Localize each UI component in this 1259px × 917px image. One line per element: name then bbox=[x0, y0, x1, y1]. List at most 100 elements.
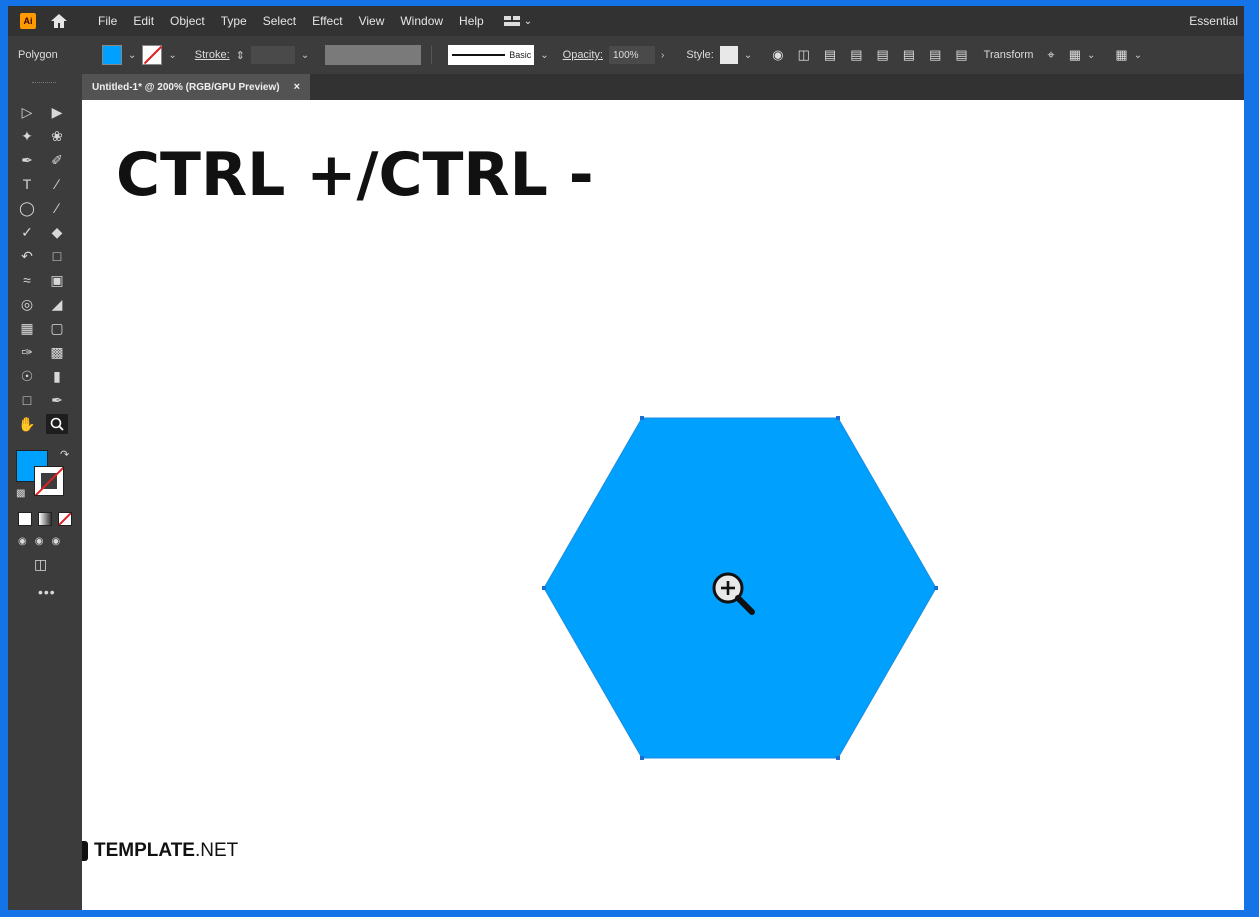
chevron-down-icon[interactable]: ⌄ bbox=[301, 50, 309, 61]
chevron-down-icon[interactable]: ⌄ bbox=[168, 50, 176, 61]
align-center-icon[interactable]: ▤ bbox=[850, 47, 862, 63]
arrange-icon[interactable]: ▦ bbox=[1069, 47, 1081, 63]
draw-behind-icon[interactable]: ◉ bbox=[35, 536, 44, 547]
arrange-documents-button[interactable]: ⌄ bbox=[503, 16, 532, 27]
align-bottom-icon[interactable]: ▤ bbox=[955, 47, 967, 63]
column-graph-tool-icon[interactable]: ▮ bbox=[46, 366, 68, 386]
draw-inside-icon[interactable]: ◉ bbox=[51, 536, 60, 547]
curvature-tool-icon[interactable]: ✐ bbox=[46, 150, 68, 170]
align-right-icon[interactable]: ▤ bbox=[876, 47, 888, 63]
magic-wand-tool-icon[interactable]: ✦ bbox=[16, 126, 38, 146]
fill-color-swatch[interactable] bbox=[102, 45, 122, 65]
screen-mode-icon[interactable]: ◫ bbox=[34, 556, 47, 573]
menu-items: File Edit Object Type Select Effect View… bbox=[90, 14, 492, 28]
gradient-tool-icon[interactable]: ▢ bbox=[46, 318, 68, 338]
rotate-tool-icon[interactable]: ↶ bbox=[16, 246, 38, 266]
quick-actions-icon[interactable]: ▦ bbox=[1115, 47, 1127, 63]
selection-tool-icon[interactable]: ▶ bbox=[46, 102, 68, 122]
perspective-grid-tool-icon[interactable]: ◢ bbox=[46, 294, 68, 314]
variable-width-profile[interactable] bbox=[325, 45, 422, 65]
chevron-down-icon[interactable]: ⌄ bbox=[128, 50, 136, 61]
gradient-mode-icon[interactable] bbox=[38, 512, 52, 526]
template-net-watermark: T TEMPLATE.NET bbox=[82, 840, 238, 862]
chevron-down-icon[interactable]: ⌄ bbox=[540, 50, 548, 61]
home-icon[interactable] bbox=[50, 13, 68, 29]
menu-file[interactable]: File bbox=[90, 14, 125, 28]
slice-tool-icon[interactable]: ✒ bbox=[46, 390, 68, 410]
width-tool-icon[interactable]: ≈ bbox=[16, 270, 38, 290]
stroke-color-box[interactable] bbox=[34, 466, 64, 496]
menu-type[interactable]: Type bbox=[213, 14, 255, 28]
lasso-tool-icon[interactable]: ❀ bbox=[46, 126, 68, 146]
swap-fill-stroke-icon[interactable]: ↷ bbox=[60, 448, 69, 461]
ellipse-tool-icon[interactable]: ◯ bbox=[16, 198, 38, 218]
free-transform-tool-icon[interactable]: ▣ bbox=[46, 270, 68, 290]
direct-selection-tool-icon[interactable]: ▷ bbox=[16, 102, 38, 122]
paintbrush-tool-icon[interactable]: ∕ bbox=[46, 198, 68, 218]
chevron-down-icon[interactable]: ⌄ bbox=[744, 50, 752, 61]
control-bar: Polygon ⌄ ⌄ Stroke: ⇕ ⌄ Basic ⌄ Opacity:… bbox=[8, 36, 1244, 74]
shaper-tool-icon[interactable]: ✓ bbox=[16, 222, 38, 242]
menu-edit[interactable]: Edit bbox=[125, 14, 162, 28]
zoom-tool-icon[interactable] bbox=[46, 414, 68, 434]
recolor-artwork-icon[interactable]: ◉ bbox=[772, 47, 783, 63]
anchor-point[interactable] bbox=[934, 586, 938, 590]
hand-tool-icon[interactable]: ✋ bbox=[16, 414, 38, 434]
more-tools-icon[interactable]: ••• bbox=[38, 584, 56, 600]
symbol-sprayer-tool-icon[interactable]: ☉ bbox=[16, 366, 38, 386]
none-mode-icon[interactable] bbox=[58, 512, 72, 526]
anchor-point[interactable] bbox=[640, 416, 644, 420]
line-segment-tool-icon[interactable]: ∕ bbox=[46, 174, 68, 194]
anchor-point[interactable] bbox=[836, 756, 840, 760]
stepper-icon[interactable]: ⇕ bbox=[236, 49, 245, 62]
opacity-field[interactable]: 100% bbox=[609, 46, 655, 64]
shape-builder-tool-icon[interactable]: ◎ bbox=[16, 294, 38, 314]
menu-help[interactable]: Help bbox=[451, 14, 492, 28]
draw-normal-icon[interactable]: ◉ bbox=[18, 536, 27, 547]
menu-view[interactable]: View bbox=[351, 14, 393, 28]
align-to-icon[interactable]: ◫ bbox=[798, 47, 810, 63]
shortcut-caption: CTRL +/CTRL - bbox=[116, 140, 594, 210]
divider bbox=[431, 46, 433, 64]
align-top-icon[interactable]: ▤ bbox=[903, 47, 915, 63]
stroke-weight-field[interactable] bbox=[250, 46, 295, 64]
eyedropper-tool-icon[interactable]: ✑ bbox=[16, 342, 38, 362]
zoom-in-icon bbox=[712, 572, 755, 615]
close-icon[interactable]: × bbox=[294, 81, 300, 93]
type-tool-icon[interactable]: T bbox=[16, 174, 38, 194]
artboard-canvas[interactable]: CTRL +/CTRL - T TEMPLATE.NET bbox=[82, 100, 1244, 910]
chevron-down-icon[interactable]: ⌄ bbox=[1087, 50, 1095, 61]
artboard-tool-icon[interactable]: □ bbox=[16, 390, 38, 410]
chevron-right-icon[interactable]: › bbox=[661, 50, 664, 61]
stroke-label[interactable]: Stroke: bbox=[195, 49, 230, 61]
app-logo: Ai bbox=[20, 13, 36, 29]
transform-button[interactable]: Transform bbox=[984, 49, 1034, 61]
isolate-object-icon[interactable]: ⌖ bbox=[1047, 47, 1054, 63]
panel-grip[interactable] bbox=[32, 82, 56, 85]
menu-effect[interactable]: Effect bbox=[304, 14, 350, 28]
scale-tool-icon[interactable]: □ bbox=[46, 246, 68, 266]
color-mode-icon[interactable] bbox=[18, 512, 32, 526]
anchor-point[interactable] bbox=[836, 416, 840, 420]
document-tab[interactable]: Untitled-1* @ 200% (RGB/GPU Preview) × bbox=[82, 74, 311, 100]
color-mode-row bbox=[18, 512, 72, 526]
menu-object[interactable]: Object bbox=[162, 14, 213, 28]
chevron-down-icon[interactable]: ⌄ bbox=[1134, 50, 1142, 61]
menu-window[interactable]: Window bbox=[392, 14, 451, 28]
opacity-label[interactable]: Opacity: bbox=[563, 49, 603, 61]
align-middle-icon[interactable]: ▤ bbox=[929, 47, 941, 63]
pen-tool-icon[interactable]: ✒ bbox=[16, 150, 38, 170]
brush-definition-field[interactable]: Basic bbox=[448, 45, 535, 65]
menu-select[interactable]: Select bbox=[255, 14, 304, 28]
mesh-tool-icon[interactable]: ▦ bbox=[16, 318, 38, 338]
workspace-switcher[interactable]: Essential bbox=[1189, 14, 1238, 28]
draw-mode-row: ◉ ◉ ◉ bbox=[18, 536, 60, 547]
graphic-style-swatch[interactable] bbox=[719, 46, 738, 64]
align-left-icon[interactable]: ▤ bbox=[824, 47, 836, 63]
anchor-point[interactable] bbox=[640, 756, 644, 760]
eraser-tool-icon[interactable]: ◆ bbox=[46, 222, 68, 242]
stroke-color-swatch[interactable] bbox=[142, 45, 163, 65]
blend-tool-icon[interactable]: ▩ bbox=[46, 342, 68, 362]
anchor-point[interactable] bbox=[542, 586, 546, 590]
default-fill-stroke-icon[interactable]: ▩ bbox=[16, 488, 25, 499]
